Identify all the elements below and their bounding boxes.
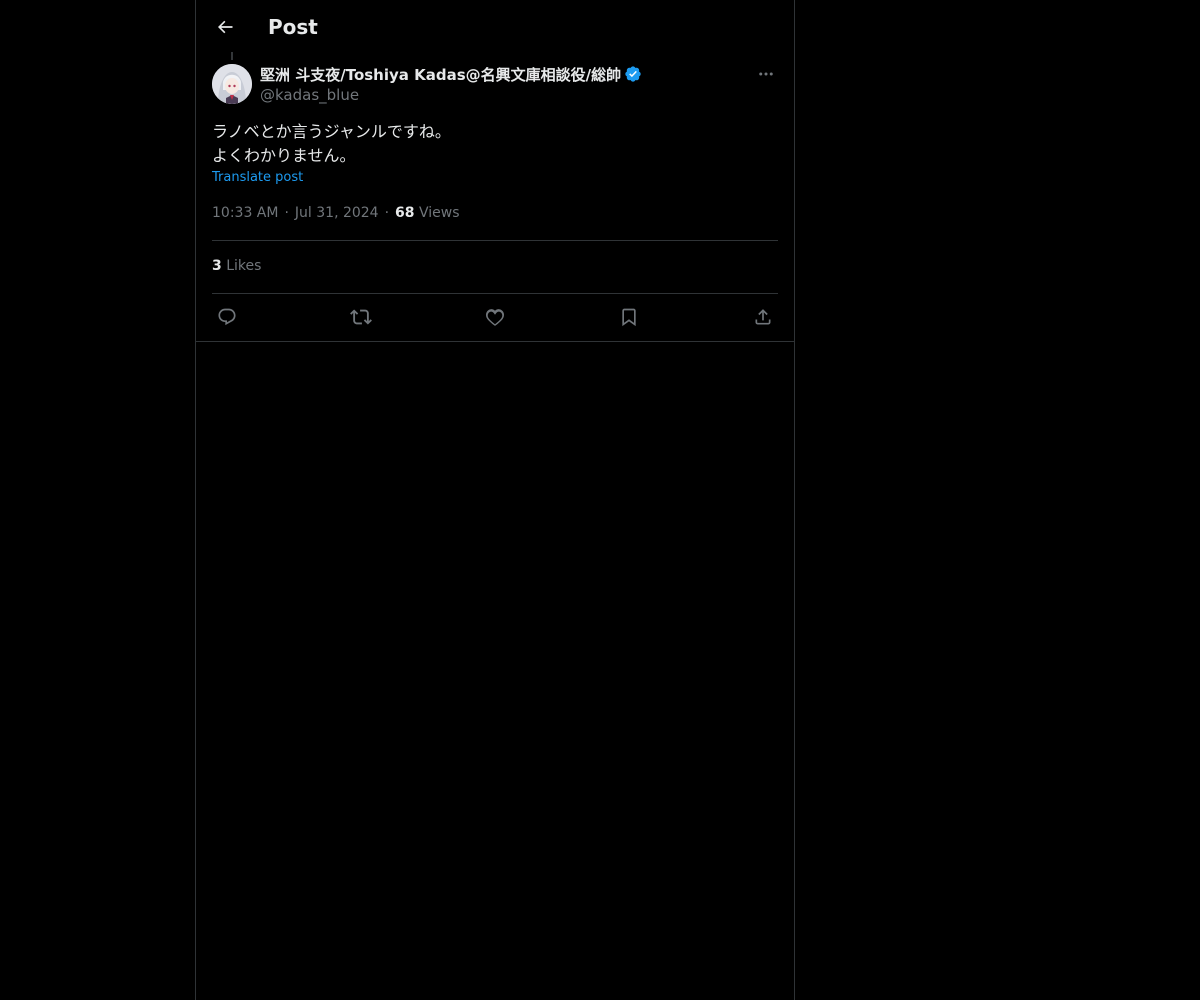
- post-time[interactable]: 10:33 AM: [212, 205, 278, 221]
- post-date[interactable]: Jul 31, 2024: [295, 205, 379, 221]
- bookmark-button[interactable]: [614, 304, 644, 330]
- action-bar: [212, 304, 778, 330]
- meta-separator: ·: [384, 205, 390, 221]
- avatar-image: [212, 64, 252, 104]
- arrow-left-icon: [218, 20, 233, 34]
- post-bottom-border: [196, 341, 794, 342]
- post-text: ラノベとか言うジャンルですね。 よくわかりません。: [212, 122, 451, 165]
- share-button[interactable]: [748, 304, 778, 330]
- like-icon: [485, 309, 505, 326]
- repost-button[interactable]: [346, 304, 376, 330]
- like-button[interactable]: [480, 304, 510, 330]
- bookmark-icon: [622, 308, 636, 327]
- views-count: 68: [395, 205, 415, 221]
- verified-badge-icon[interactable]: [624, 65, 642, 83]
- likes-label: Likes: [226, 258, 262, 274]
- likes-count: 3: [212, 258, 222, 274]
- main-column: Post 堅洲 斗支夜/Toshiya Kadas@名興文庫相談役/総帥 @ka…: [195, 0, 795, 1000]
- author-handle[interactable]: @kadas_blue: [260, 86, 642, 104]
- back-button[interactable]: [208, 10, 242, 44]
- more-options-button[interactable]: [754, 62, 778, 86]
- share-icon: [755, 309, 771, 325]
- meta-separator: ·: [284, 205, 289, 221]
- post-meta: 10:33 AM · Jul 31, 2024 · 68 Views: [212, 205, 460, 221]
- views-label: Views: [418, 205, 460, 221]
- header: Post: [196, 0, 794, 53]
- author-block: 堅洲 斗支夜/Toshiya Kadas@名興文庫相談役/総帥 @kadas_b…: [260, 62, 642, 104]
- divider: [212, 240, 778, 241]
- likes-summary[interactable]: 3 Likes: [212, 258, 261, 274]
- divider: [212, 293, 778, 294]
- author-name-row: 堅洲 斗支夜/Toshiya Kadas@名興文庫相談役/総帥: [260, 62, 642, 86]
- more-horizontal-icon: [759, 72, 773, 76]
- reply-button[interactable]: [212, 304, 242, 330]
- reply-icon: [218, 308, 236, 326]
- thread-connector-line: [231, 52, 233, 60]
- avatar[interactable]: [212, 64, 252, 104]
- page-title: Post: [268, 15, 318, 39]
- repost-icon: [350, 309, 372, 325]
- translate-post-link[interactable]: Translate post: [212, 170, 303, 185]
- author-display-name[interactable]: 堅洲 斗支夜/Toshiya Kadas@名興文庫相談役/総帥: [260, 64, 621, 85]
